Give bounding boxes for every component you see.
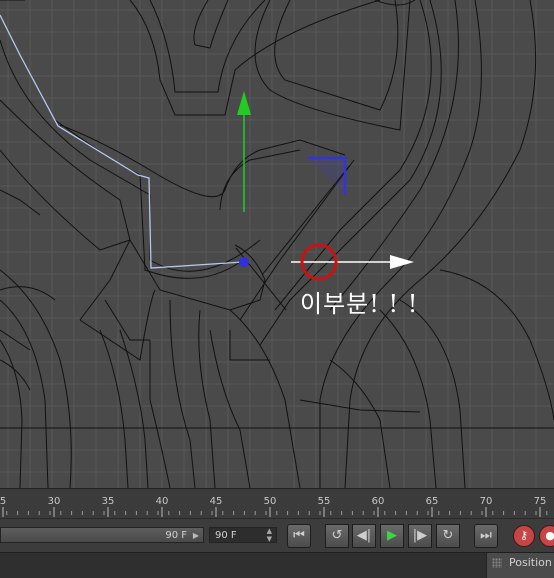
timeline-tick-label: 60 [372, 496, 385, 507]
wireframe-mesh [0, 0, 554, 488]
timeline-tick-label: 5 [0, 496, 6, 507]
mesh-edge [104, 299, 150, 341]
timeline-scale: 5 30 35 40 45 50 55 60 65 70 75 [0, 496, 548, 517]
position-panel-tab[interactable]: Position [486, 553, 554, 578]
timeline-tick-label: 30 [48, 496, 61, 507]
annotation-text: 이부분! ! ! [300, 290, 419, 318]
frame-field[interactable]: 90 F ▲ ▼ [209, 527, 277, 543]
go-to-start-button[interactable]: ⏮ [287, 524, 311, 548]
mesh-edge [0, 329, 31, 391]
y-axis-arrow-icon[interactable] [237, 91, 251, 115]
timeline-tick-label: 75 [534, 496, 547, 507]
mesh-edge [149, 0, 266, 93]
mesh-edge [0, 189, 41, 216]
skip-back-icon: ⏮ [293, 528, 305, 543]
mesh-edge [0, 0, 131, 321]
timeline-tick-label: 50 [264, 496, 277, 507]
status-bar: Position [0, 552, 554, 578]
mesh-edge [54, 119, 241, 279]
key-icon: ⚷ [519, 529, 529, 542]
mesh-edge [99, 329, 129, 488]
step-back-icon: ◀| [356, 528, 372, 543]
mesh-edge [119, 329, 149, 488]
timeline-tick-label: 45 [210, 496, 223, 507]
mesh-edge [0, 299, 49, 488]
cinema4d-window: 이부분! ! ! 5 30 35 40 45 50 55 60 65 70 75 90 F ▶ 90… [0, 0, 554, 578]
timeline-tick-label: 55 [318, 496, 331, 507]
end-frame-value: 90 F [165, 530, 187, 541]
mesh-edge [193, 0, 229, 49]
mesh-edge [254, 0, 411, 131]
viewport-canvas[interactable] [0, 0, 554, 488]
mesh-edge [379, 309, 437, 488]
play-icon: ▶ [387, 528, 397, 543]
rewind-loop-icon: ↺ [331, 528, 343, 543]
grip-icon [492, 558, 502, 568]
loop-forward-button[interactable]: ↻ [436, 524, 460, 548]
viewport[interactable]: 이부분! ! ! [0, 0, 554, 488]
animation-toolbar: 90 F ▶ 90 F ▲ ▼ ⏮ ↺ ◀| ▶ |▶ ↻ ⏭ ⚷ ● [0, 518, 554, 553]
timeline-tick-label: 65 [426, 496, 439, 507]
axis-center-dot[interactable] [239, 257, 249, 267]
play-button[interactable]: ▶ [380, 524, 404, 548]
step-back-button[interactable]: ◀| [352, 524, 376, 548]
move-gizmo[interactable] [237, 91, 414, 269]
step-forward-button[interactable]: |▶ [408, 524, 432, 548]
timeline-ruler[interactable]: 5 30 35 40 45 50 55 60 65 70 75 [0, 488, 554, 519]
mesh-edge [399, 299, 466, 488]
loop-back-button[interactable]: ↺ [325, 524, 349, 548]
frame-field-value: 90 F [215, 530, 237, 541]
mesh-edge [439, 269, 554, 421]
mesh-edge [219, 149, 301, 211]
timeline-tick-label: 70 [480, 496, 493, 507]
forward-loop-icon: ↻ [442, 528, 454, 543]
record-icon: ● [545, 529, 554, 542]
viewport-grid [0, 0, 554, 488]
timeline-tick-label: 40 [156, 496, 169, 507]
auto-key-button[interactable]: ● [539, 525, 554, 547]
go-to-end-button[interactable]: ⏭ [474, 524, 498, 548]
timeline-tick-label: 35 [102, 496, 115, 507]
position-tab-label: Position [509, 556, 552, 569]
skip-forward-icon: ⏭ [480, 528, 492, 543]
mesh-edge [169, 299, 196, 488]
mesh-edge [0, 269, 72, 488]
record-key-button[interactable]: ⚷ [513, 525, 535, 547]
mesh-edge [274, 0, 399, 111]
end-frame-slider[interactable]: 90 F ▶ [0, 527, 204, 543]
mesh-edge [198, 309, 216, 488]
spinner-icon[interactable]: ▲ ▼ [267, 527, 272, 543]
slider-arrow-icon[interactable]: ▶ [193, 528, 199, 544]
mesh-edge [344, 0, 537, 488]
step-forward-icon: |▶ [412, 528, 428, 543]
